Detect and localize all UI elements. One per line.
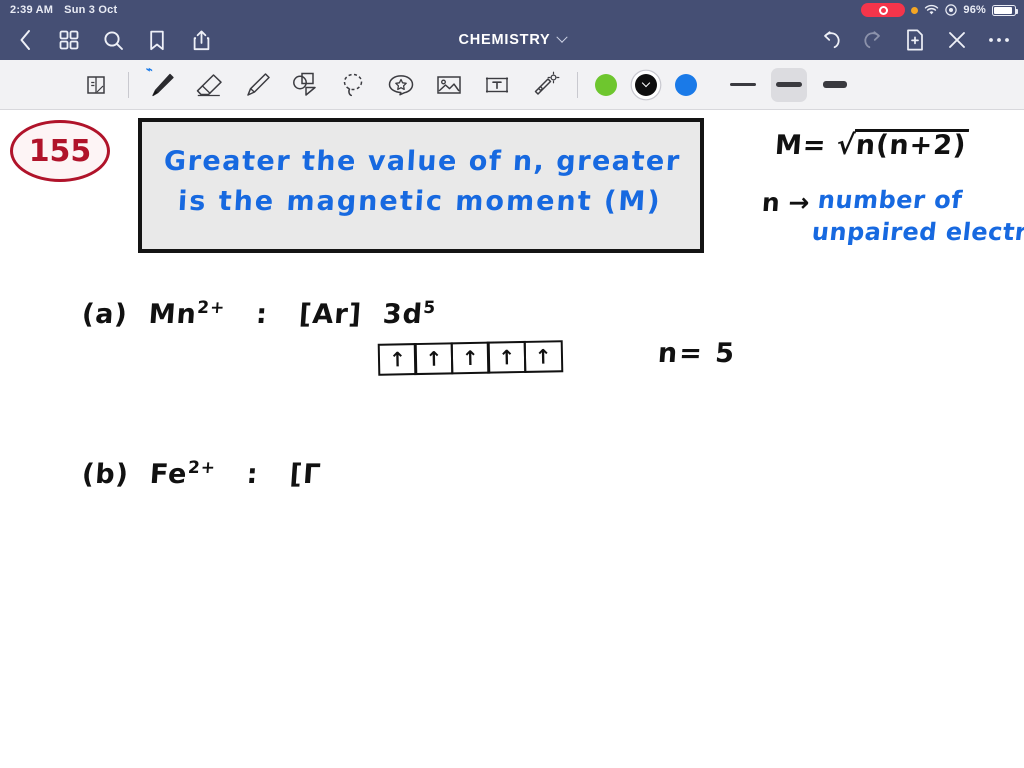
- part-a-line: (a) Mn2+ : [Ar] 3d5: [81, 298, 437, 330]
- sqrt-symbol-icon: √: [835, 130, 857, 161]
- screen-record-icon: [945, 4, 958, 16]
- undo-icon[interactable]: [818, 27, 844, 53]
- orbital-box: ↑: [414, 342, 454, 376]
- thin-stroke-button[interactable]: [725, 68, 761, 102]
- legend-line-2: unpaired electrons: [810, 218, 1024, 246]
- sticker-tool[interactable]: [377, 63, 425, 107]
- search-icon[interactable]: [100, 27, 126, 53]
- toolbar-divider-colors: [577, 71, 578, 98]
- black-swatch[interactable]: [635, 73, 657, 96]
- part-a-colon: :: [254, 299, 269, 330]
- part-a-core: [Ar]: [297, 299, 364, 330]
- part-b-charge: 2+: [187, 458, 217, 478]
- highlight-line-2: is the magnetic moment (Μ): [177, 185, 663, 217]
- highlight-box: Greater the value of n, greater is the m…: [138, 118, 704, 253]
- bluetooth-icon: ⌁: [146, 63, 153, 76]
- more-icon[interactable]: [986, 27, 1012, 53]
- nav-bar-left: [12, 27, 214, 53]
- legend-line-1: number of: [816, 186, 964, 214]
- unpaired-electron-count: n= 5: [656, 338, 738, 369]
- page-tool[interactable]: [72, 63, 120, 107]
- notes-app-window: 2:39 AM Sun 3 Oct 96% CHEMISTRY ⌁ 155 Gr…: [0, 0, 1024, 768]
- status-bar-left: 2:39 AM Sun 3 Oct: [10, 4, 117, 16]
- green-swatch[interactable]: [595, 73, 617, 96]
- highlighter-tool[interactable]: [233, 63, 281, 107]
- part-b-colon: :: [245, 459, 260, 490]
- page-title-label: CHEMISTRY: [458, 32, 551, 48]
- shapes-tool[interactable]: [281, 63, 329, 107]
- part-a-orbital: 3d: [381, 299, 425, 330]
- page-title[interactable]: CHEMISTRY: [392, 31, 632, 48]
- magic-wand-tool[interactable]: [521, 63, 569, 107]
- square-root-group: √n(n+2): [835, 128, 970, 161]
- lasso-tool[interactable]: [329, 63, 377, 107]
- part-a-label: (a): [80, 299, 129, 330]
- sqrt-bar-icon: [854, 129, 970, 132]
- recording-indicator-icon[interactable]: [861, 3, 906, 17]
- chevron-down-icon: [555, 31, 568, 43]
- drawing-toolbar: ⌁: [0, 60, 1024, 110]
- swatch-chevron-icon: [641, 78, 651, 88]
- orbital-box-diagram: ↑ ↑ ↑ ↑ ↑: [377, 340, 563, 376]
- eraser-tool[interactable]: [185, 63, 233, 107]
- part-a-charge: 2+: [196, 298, 227, 318]
- orbital-box: ↑: [523, 340, 563, 373]
- add-page-icon[interactable]: [902, 27, 928, 53]
- magnetic-moment-formula: Μ= √n(n+2): [773, 128, 970, 161]
- text-box-tool[interactable]: [473, 63, 521, 107]
- status-time: 2:39 AM: [10, 4, 54, 16]
- legend-symbol: n →: [760, 188, 811, 217]
- privacy-dot-icon: [911, 6, 919, 14]
- image-tool[interactable]: [425, 63, 473, 107]
- pen-tool[interactable]: ⌁: [137, 63, 185, 107]
- part-b-label: (b): [80, 459, 131, 490]
- highlight-line-1: Greater the value of n, greater: [163, 146, 682, 178]
- formula-lhs: Μ=: [773, 130, 828, 161]
- status-bar-right: 96%: [861, 3, 1018, 17]
- share-icon[interactable]: [188, 27, 214, 53]
- thick-stroke-button[interactable]: [817, 68, 853, 102]
- part-b-line: (b) Fe2+ : [Γ: [81, 458, 323, 490]
- formula-radicand: n(n+2): [854, 130, 968, 161]
- part-b-config-partial: [Γ: [288, 459, 323, 490]
- blue-swatch[interactable]: [675, 73, 697, 96]
- orbital-box: ↑: [486, 340, 527, 374]
- battery-percent-label: 96%: [963, 4, 986, 16]
- status-bar: 2:39 AM Sun 3 Oct 96%: [0, 0, 1024, 20]
- nav-bar: CHEMISTRY: [0, 20, 1024, 60]
- part-a-species: Mn: [147, 299, 198, 330]
- redo-icon[interactable]: [860, 27, 886, 53]
- stroke-width-group: [720, 67, 858, 102]
- bookmark-icon[interactable]: [144, 27, 170, 53]
- back-chevron-icon[interactable]: [12, 27, 38, 53]
- toolbar-divider: [128, 71, 129, 98]
- nav-bar-right: [818, 27, 1012, 53]
- note-canvas[interactable]: 155 Greater the value of n, greater is t…: [0, 110, 1024, 768]
- page-number-badge: 155: [10, 120, 110, 182]
- orbital-box: ↑: [450, 341, 491, 375]
- battery-icon: [992, 4, 1018, 16]
- wifi-icon: [925, 4, 939, 15]
- part-b-species: Fe: [148, 459, 189, 490]
- status-date: Sun 3 Oct: [64, 4, 118, 16]
- orbital-box: ↑: [377, 343, 418, 376]
- close-icon[interactable]: [944, 27, 970, 53]
- medium-stroke-button[interactable]: [771, 67, 807, 102]
- grid-icon[interactable]: [56, 27, 82, 53]
- part-a-exponent: 5: [422, 298, 437, 318]
